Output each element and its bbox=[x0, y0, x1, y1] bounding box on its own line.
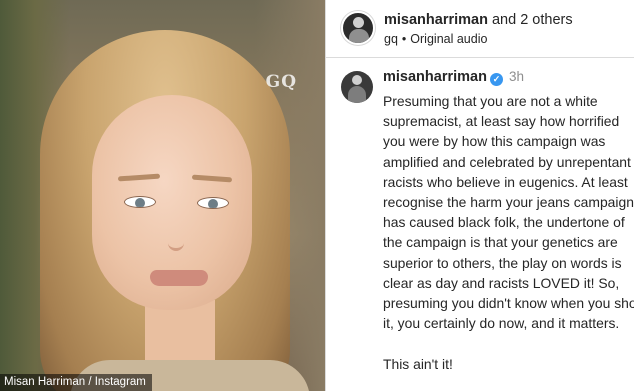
verified-badge-icon: ✓ bbox=[489, 73, 503, 86]
portrait-nose bbox=[168, 215, 184, 251]
audio-link[interactable]: Original audio bbox=[410, 32, 487, 46]
comment-timestamp[interactable]: 3h bbox=[509, 69, 524, 84]
portrait-lips bbox=[150, 270, 208, 286]
comment-header: misanharriman ✓ 3h bbox=[383, 69, 524, 86]
comment-body: Presuming that you are not a white supre… bbox=[383, 91, 634, 391]
header-separator: • bbox=[401, 32, 407, 46]
photo-credit: Misan Harriman / Instagram bbox=[0, 374, 152, 391]
instagram-post: GQ Misan Harriman / Instagram misanharri… bbox=[0, 0, 634, 391]
gq-watermark: GQ bbox=[265, 72, 297, 92]
comment-avatar[interactable] bbox=[341, 71, 373, 103]
header-collaborators[interactable]: and 2 others bbox=[488, 12, 573, 28]
header-avatar[interactable] bbox=[341, 11, 375, 45]
comment-paragraph: This ain't it! bbox=[383, 356, 453, 373]
header-account[interactable]: gq bbox=[384, 32, 398, 46]
header-divider bbox=[326, 57, 634, 58]
portrait-eye-right bbox=[197, 197, 229, 209]
header-text: misanharriman and 2 others gq • Original a… bbox=[384, 12, 573, 46]
comment-paragraph: Presuming that you are not a white supre… bbox=[383, 93, 634, 332]
post-photo[interactable]: GQ Misan Harriman / Instagram bbox=[0, 0, 325, 391]
comments-panel: misanharriman and 2 others gq • Original a… bbox=[326, 0, 634, 391]
portrait-eye-left bbox=[124, 196, 156, 208]
header-subline: gq • Original audio bbox=[384, 32, 573, 46]
comment-username[interactable]: misanharriman bbox=[383, 69, 487, 85]
header-authors: misanharriman and 2 others bbox=[384, 12, 573, 28]
post-header: misanharriman and 2 others gq • Original a… bbox=[341, 11, 631, 51]
header-username[interactable]: misanharriman bbox=[384, 12, 488, 28]
